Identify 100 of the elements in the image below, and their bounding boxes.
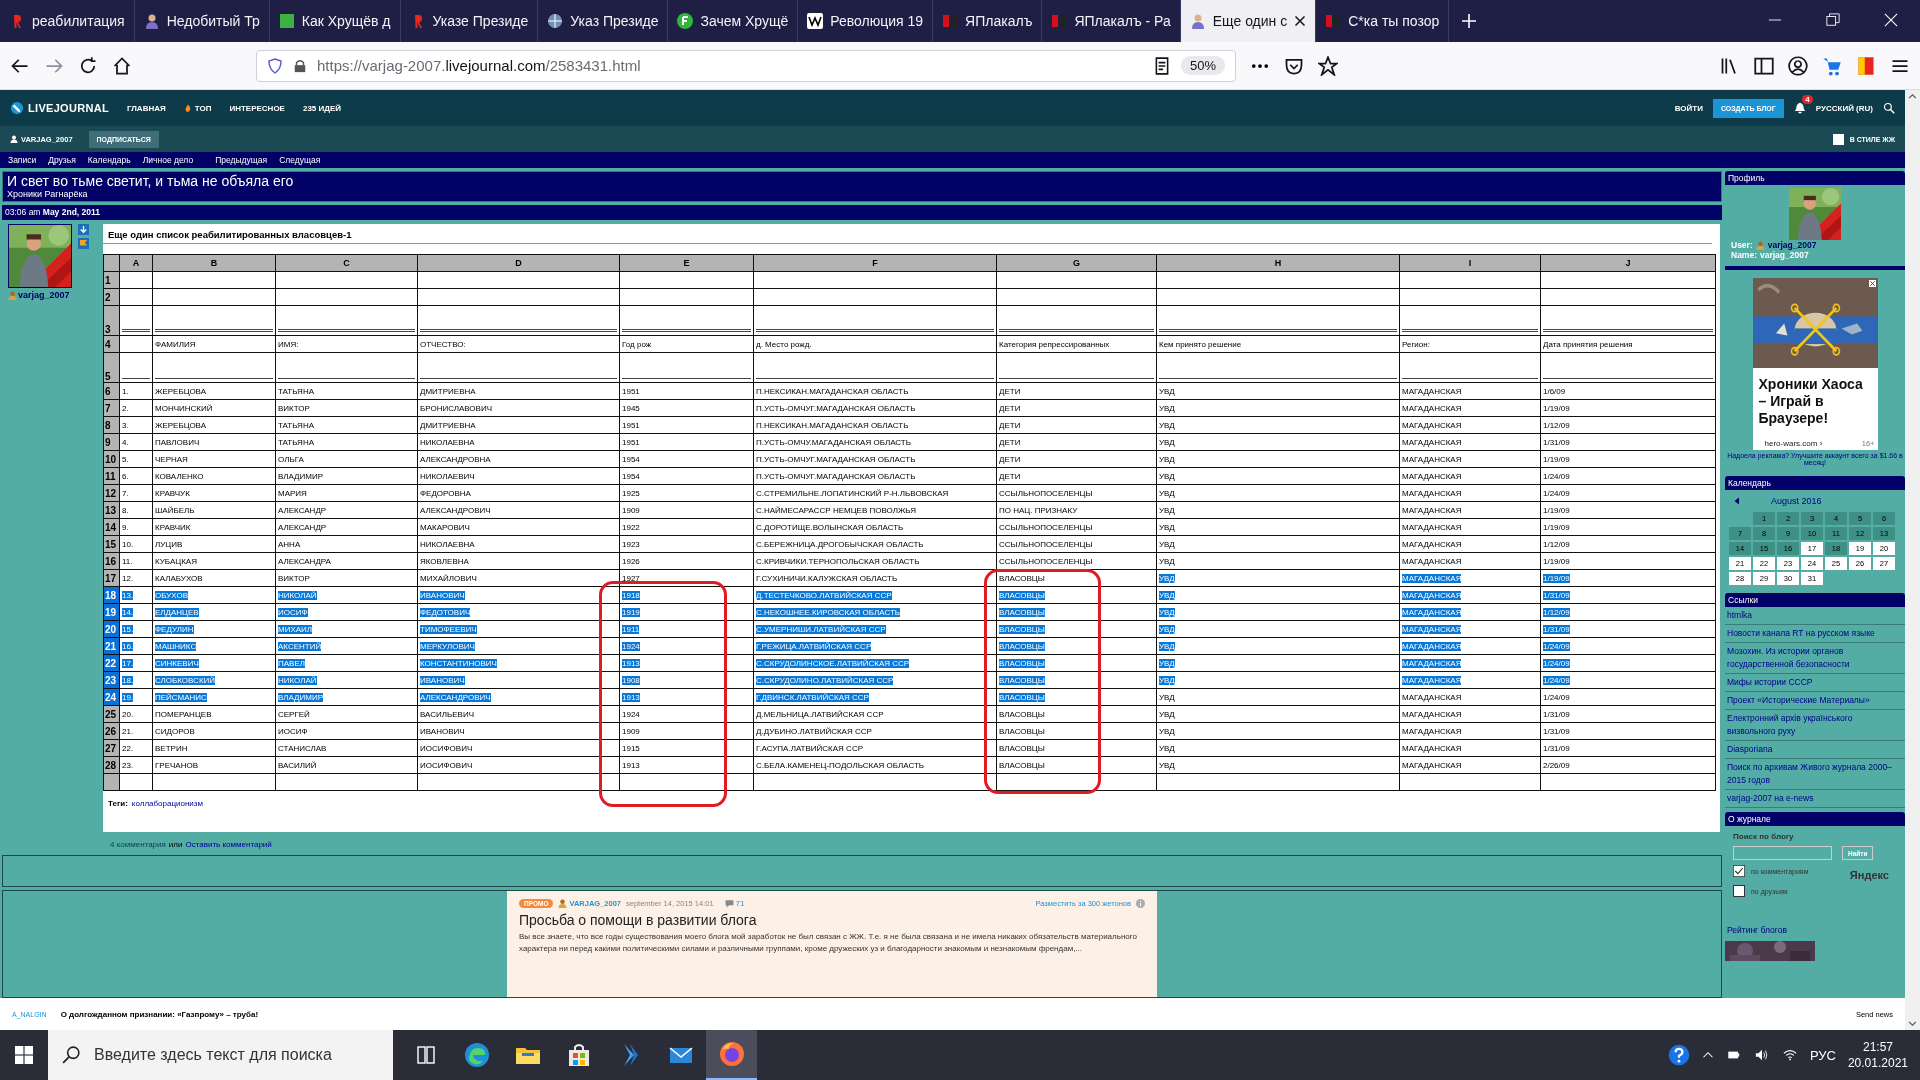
column-header[interactable]: C (275, 254, 418, 272)
poster-username[interactable]: varjag_2007 (8, 290, 103, 300)
sidebar-link[interactable]: Diasporiana (1725, 741, 1905, 759)
help-icon[interactable] (1667, 1044, 1690, 1066)
comment-icon (724, 899, 734, 908)
checkbox[interactable] (1832, 133, 1844, 145)
login-link[interactable]: ВОЙТИ (1674, 103, 1703, 113)
firefox-icon[interactable] (717, 1040, 746, 1068)
restore-icon[interactable] (1826, 13, 1840, 27)
table-cell: 1/31/09 (1540, 620, 1716, 638)
search-icon[interactable] (1883, 102, 1895, 114)
column-header[interactable]: J (1540, 254, 1716, 272)
search-field[interactable] (1733, 846, 1832, 860)
journal-nav-link[interactable]: Записи (8, 155, 37, 165)
table-cell: МАШНИКС (152, 637, 276, 655)
home-icon[interactable] (112, 55, 132, 76)
table-cell: ВЛАСОВЦЫ (999, 692, 1045, 702)
leave-comment-link[interactable]: Оставить комментарий (185, 840, 272, 849)
column-header[interactable]: G (996, 254, 1157, 272)
rating-link[interactable]: Рейтинг блогов (1727, 925, 1905, 935)
nav-link[interactable]: 235 ИДЕЙ (302, 103, 342, 113)
clock[interactable]: 21:57 20.01.2021 (1847, 1039, 1908, 1071)
sidebar-link[interactable]: Мифы истории СССР (1725, 674, 1905, 692)
edge-icon[interactable] (462, 1041, 491, 1069)
promo-card[interactable] (507, 891, 1157, 997)
sidebar-icon[interactable] (1754, 55, 1774, 76)
start-icon[interactable] (15, 1046, 33, 1064)
browser-tab[interactable]: Еще один с (1180, 0, 1317, 42)
table-cell: 1913 (622, 692, 640, 702)
flag-icon[interactable] (1856, 55, 1876, 76)
table-cell: 1945 (619, 399, 754, 417)
column-header[interactable]: I (1399, 254, 1541, 272)
task-view-icon[interactable] (414, 1044, 437, 1066)
sidebar-link[interactable]: htmlka (1725, 607, 1905, 625)
flag-icon[interactable] (78, 238, 89, 249)
table-cell: 18. (119, 671, 153, 689)
journal-nav-link[interactable]: Личное дело (142, 155, 194, 165)
sidebar-link[interactable]: varjag-2007 на e-news (1725, 790, 1905, 808)
ad-site[interactable]: hero-wars.com › (1764, 439, 1823, 448)
scroll-down-icon[interactable] (1908, 1019, 1917, 1028)
ad-title[interactable]: Хроники Хаоса – Играй в Браузере! (1752, 368, 1878, 435)
table-cell: 7. (119, 484, 153, 502)
journal-nav-link[interactable]: Следущая (279, 155, 321, 165)
wifi-icon[interactable] (1781, 1048, 1798, 1062)
plus-icon[interactable] (1461, 13, 1478, 29)
journal-nav-link[interactable]: Предыдущая (215, 155, 268, 165)
nav-link[interactable]: ИНТЕРЕСНОЕ (229, 103, 285, 113)
table-cell: АКСЕНТИЙ (275, 637, 418, 655)
close-icon[interactable] (1868, 280, 1876, 287)
checkbox[interactable] (1733, 885, 1745, 897)
reload-icon[interactable] (78, 55, 98, 76)
checkbox[interactable] (1733, 865, 1745, 877)
row-number[interactable]: 5 (103, 352, 120, 383)
column-header[interactable]: E (619, 254, 754, 272)
table-cell: УВД (1156, 671, 1400, 689)
row-number[interactable]: 3 (103, 305, 120, 336)
table-cell: 1/31/09 (1540, 586, 1716, 604)
star-icon[interactable] (1318, 55, 1338, 76)
news-headline[interactable]: О долгожданном признании: «Газпрому» – труба! (60, 1009, 259, 1019)
input-language[interactable]: РУС (1809, 1047, 1836, 1063)
account-icon[interactable] (1788, 55, 1808, 76)
download-icon[interactable] (78, 224, 89, 235)
column-header[interactable]: F (753, 254, 997, 272)
sidebar-link[interactable]: Новости канала RT на русском языке (1725, 625, 1905, 643)
language-menu[interactable]: РУССКИЙ (RU) (1815, 103, 1873, 113)
post-title: Еще один список реабилитированных власовцев-1 (103, 229, 1712, 244)
shield-icon[interactable] (267, 57, 283, 74)
journal-nav-link[interactable]: Календарь (87, 155, 131, 165)
taskbar-search-field[interactable]: Введите здесь текст для поиска (48, 1030, 393, 1080)
sidebar-link[interactable]: Проект «Исторические Материалы» (1725, 692, 1905, 710)
nav-link[interactable]: ТОП (183, 103, 212, 113)
site-logo[interactable]: LIVEJOURNAL (10, 101, 109, 115)
table-cell: 1/12/09 (1540, 416, 1716, 434)
table-cell: С.УМЕРНИШИ.ЛАТВИЙСКАЯ ССР (753, 620, 997, 638)
column-header[interactable]: B (152, 254, 276, 272)
volume-icon[interactable] (1753, 1048, 1770, 1062)
table-cell: 1915 (619, 739, 754, 757)
battery-icon[interactable] (1725, 1049, 1742, 1061)
table-cell: МАГАДАНСКАЯ (1399, 552, 1541, 570)
bell-icon[interactable] (1793, 102, 1806, 114)
journal-nav-link[interactable]: Друзья (48, 155, 76, 165)
profile-user-link[interactable]: varjag_2007 (1767, 240, 1817, 250)
calendar-month: August 2016 (1771, 496, 1822, 506)
table-cell: д. Место рожд. (753, 335, 997, 353)
promo-title[interactable]: Просьба о помощи в развитии блога (519, 912, 1145, 928)
column-header[interactable]: H (1156, 254, 1400, 272)
column-header[interactable]: D (417, 254, 620, 272)
scrollbar[interactable] (1905, 90, 1920, 1030)
tag-link[interactable]: коллаборационизм (131, 799, 203, 808)
nav-link[interactable]: ГЛАВНАЯ (126, 103, 166, 113)
address-bar[interactable]: https://varjag-2007.livejournal.com/2583431.html 50% (256, 49, 1236, 82)
table-cell: Категория репрессированных (996, 335, 1157, 353)
comments-link[interactable]: 4 комментария (110, 840, 166, 849)
zoom-level[interactable]: 50% (1180, 56, 1225, 75)
close-icon[interactable] (1294, 15, 1307, 27)
column-header[interactable]: A (119, 254, 153, 272)
table-cell: 1/6/09 (1540, 382, 1716, 400)
scroll-up-icon[interactable] (1908, 92, 1917, 101)
previous-icon[interactable] (1733, 496, 1741, 506)
table-cell: 1909 (619, 501, 754, 519)
